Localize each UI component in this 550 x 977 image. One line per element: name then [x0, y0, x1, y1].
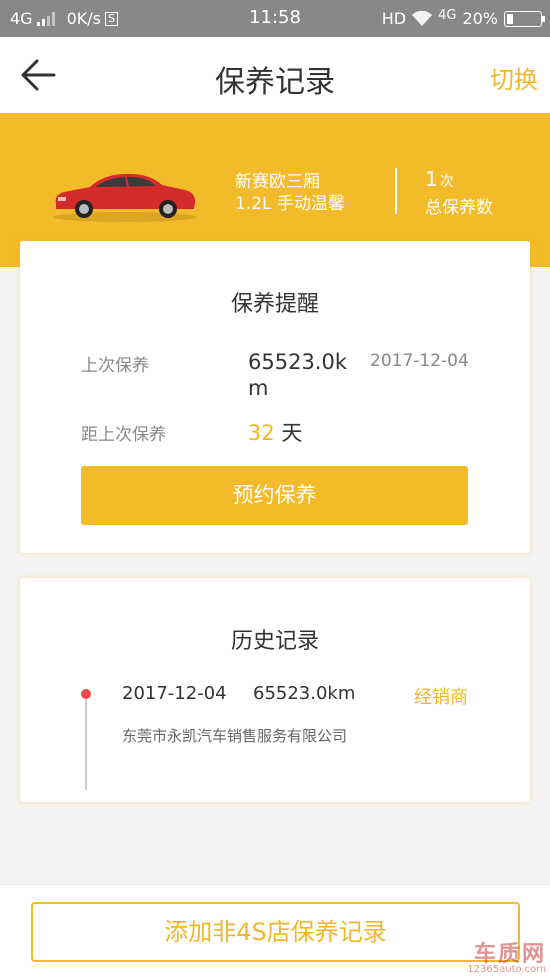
- days-unit: 天: [281, 421, 303, 445]
- history-shop: 东莞市永凯汽车销售服务有限公司: [122, 727, 348, 745]
- battery-fill: [507, 13, 514, 24]
- car-image: [53, 173, 197, 222]
- battery-percent: 20%: [462, 9, 498, 28]
- reminder-title: 保养提醒: [230, 292, 319, 317]
- timeline-line: [85, 695, 87, 790]
- last-maintenance-km: 65523.0km: [248, 350, 348, 400]
- timeline-dot: [81, 689, 91, 699]
- car-model-name: 新赛欧三厢: [235, 172, 320, 192]
- car-model: 新赛欧三厢 1.2L 手动温馨: [235, 171, 345, 215]
- page-title: 保养记录: [215, 65, 335, 100]
- switch-button[interactable]: 切换: [490, 60, 538, 95]
- since-last-days: 32 天: [248, 417, 302, 447]
- site-watermark: 车质网 12365auto.com: [467, 936, 546, 975]
- network-type-2: 4G: [438, 8, 457, 23]
- count-unit: 次: [439, 174, 454, 190]
- reminder-card: 保养提醒 上次保养 65523.0km 2017-12-04 距上次保养 32 …: [20, 241, 530, 553]
- count-number: 1: [425, 167, 438, 191]
- days-number: 32: [248, 421, 275, 445]
- banner-divider: [395, 168, 397, 214]
- car-model-spec: 1.2L 手动温馨: [235, 194, 345, 214]
- history-type-link[interactable]: 经销商: [414, 683, 468, 709]
- status-bar: 4G 0K/s S 11:58 HD 4G 20%: [0, 0, 550, 37]
- history-date: 2017-12-04: [122, 683, 227, 704]
- status-right: HD 4G 20%: [381, 8, 545, 28]
- maintenance-count: 1次 总保养数: [425, 167, 493, 218]
- wifi-icon: [412, 10, 433, 26]
- battery-icon: [504, 10, 545, 27]
- history-km: 65523.0km: [253, 683, 356, 704]
- nav-bar: 保养记录 切换: [0, 37, 550, 113]
- history-card: 历史记录 2017-12-04 65523.0km 经销商 东莞市永凯汽车销售服…: [20, 578, 530, 802]
- last-maintenance-date: 2017-12-04: [370, 351, 469, 371]
- book-maintenance-button[interactable]: 预约保养: [81, 466, 468, 525]
- last-maintenance-label: 上次保养: [81, 356, 149, 376]
- add-record-button[interactable]: 添加非4S店保养记录: [31, 902, 520, 962]
- history-title: 历史记录: [230, 629, 319, 654]
- hd-label: HD: [381, 9, 407, 28]
- watermark-url: 12365auto.com: [467, 964, 546, 975]
- count-label: 总保养数: [425, 198, 493, 218]
- since-last-label: 距上次保养: [81, 425, 166, 445]
